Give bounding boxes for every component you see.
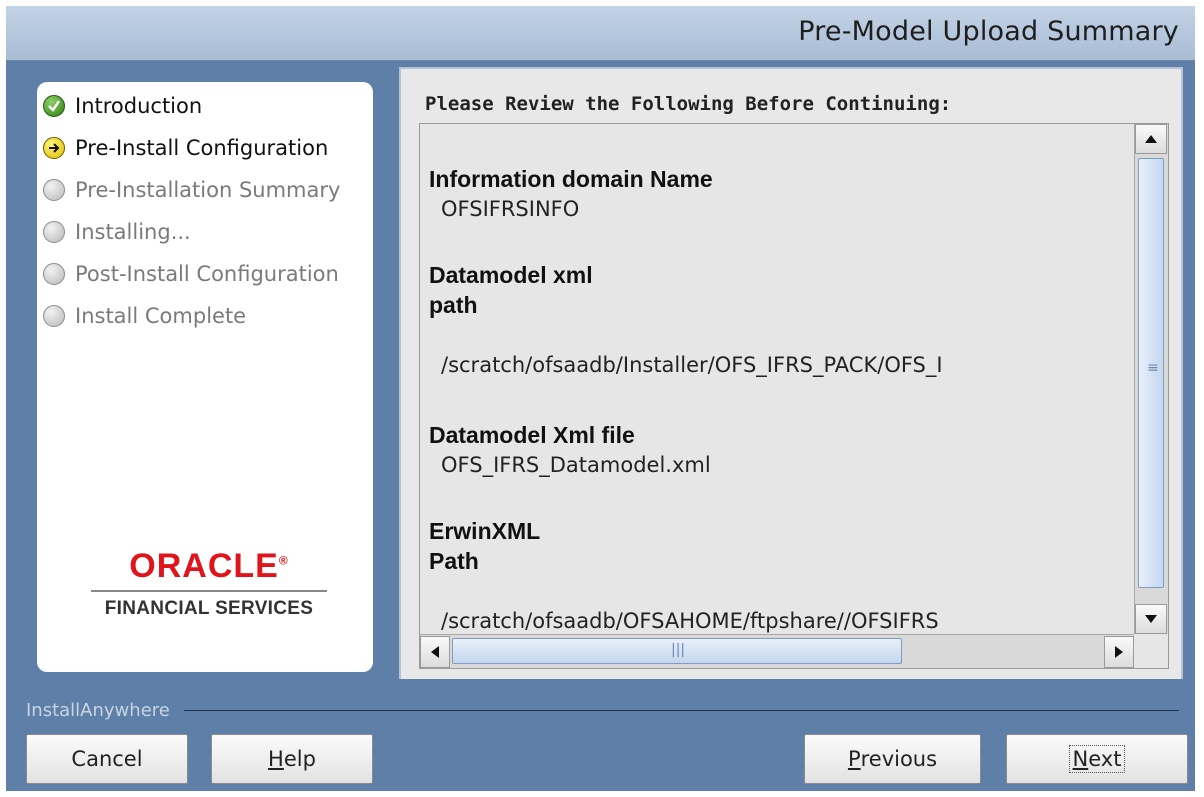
scroll-down-button[interactable] bbox=[1135, 604, 1167, 634]
window-title: Pre-Model Upload Summary bbox=[798, 16, 1179, 47]
field-label: Path bbox=[429, 548, 479, 574]
field-datamodel-xml-path: Datamodel xml path /scratch/ofsaadb/Inst… bbox=[429, 260, 943, 380]
caret-left-icon bbox=[431, 646, 439, 658]
arrow-right-icon bbox=[43, 137, 65, 159]
field-label: Datamodel Xml file bbox=[429, 422, 635, 448]
summary-scroll-area[interactable]: Information domain Name OFSIFRSINFO Data… bbox=[419, 123, 1169, 669]
field-label: ErwinXML bbox=[429, 518, 541, 544]
scroll-right-button[interactable] bbox=[1104, 636, 1134, 668]
scroll-up-button[interactable] bbox=[1135, 124, 1167, 154]
step-post-install-configuration: Post-Install Configuration bbox=[43, 258, 339, 290]
content-panel: Please Review the Following Before Conti… bbox=[399, 67, 1183, 685]
caret-right-icon bbox=[1115, 646, 1123, 658]
circle-icon bbox=[43, 179, 65, 201]
brand-row: InstallAnywhere bbox=[26, 699, 1179, 721]
caret-down-icon bbox=[1145, 615, 1157, 623]
field-erwinxml-path: ErwinXML Path /scratch/ofsaadb/OFSAHOME/… bbox=[429, 516, 939, 634]
field-datamodel-xml-file: Datamodel Xml file OFS_IFRS_Datamodel.xm… bbox=[429, 420, 711, 480]
circle-icon bbox=[43, 263, 65, 285]
horizontal-scrollbar[interactable]: ||| bbox=[420, 634, 1134, 668]
field-label: Information domain Name bbox=[429, 166, 713, 192]
step-install-complete: Install Complete bbox=[43, 300, 246, 332]
oracle-logo: ORACLE® FINANCIAL SERVICES bbox=[89, 547, 329, 620]
step-label: Pre-Installation Summary bbox=[75, 178, 341, 202]
grip-icon: ||| bbox=[671, 642, 686, 658]
horizontal-scroll-thumb[interactable]: ||| bbox=[452, 638, 902, 664]
step-label: Installing... bbox=[75, 220, 191, 244]
grip-icon: ≡ bbox=[1147, 360, 1159, 376]
summary-viewport: Information domain Name OFSIFRSINFO Data… bbox=[420, 124, 1134, 634]
step-introduction: Introduction bbox=[43, 90, 202, 122]
step-label: Pre-Install Configuration bbox=[75, 136, 329, 160]
field-label: Datamodel xml bbox=[429, 262, 593, 288]
divider bbox=[183, 709, 1179, 711]
oracle-subtitle: FINANCIAL SERVICES bbox=[104, 598, 314, 619]
field-label: path bbox=[429, 292, 478, 318]
circle-icon bbox=[43, 305, 65, 327]
review-heading: Please Review the Following Before Conti… bbox=[425, 93, 952, 115]
oracle-wordmark: ORACLE® bbox=[129, 547, 289, 585]
next-button[interactable]: Next bbox=[1006, 734, 1188, 784]
installanywhere-label: InstallAnywhere bbox=[26, 699, 170, 721]
step-pre-install-configuration: Pre-Install Configuration bbox=[43, 132, 328, 164]
scroll-left-button[interactable] bbox=[420, 636, 450, 668]
step-label: Post-Install Configuration bbox=[75, 262, 339, 286]
installer-window: Pre-Model Upload Summary Introduction Pr… bbox=[6, 6, 1195, 791]
caret-up-icon bbox=[1145, 135, 1157, 143]
step-label: Introduction bbox=[75, 94, 203, 118]
field-value: OFS_IFRS_Datamodel.xml bbox=[441, 453, 711, 477]
vertical-scrollbar[interactable]: ≡ bbox=[1134, 124, 1168, 634]
step-pre-installation-summary: Pre-Installation Summary bbox=[43, 174, 340, 206]
step-installing: Installing... bbox=[43, 216, 191, 248]
field-value: /scratch/ofsaadb/OFSAHOME/ftpshare//OFSI… bbox=[441, 609, 939, 633]
field-value: OFSIFRSINFO bbox=[441, 197, 580, 221]
scrollbar-corner bbox=[1134, 634, 1168, 668]
vertical-scroll-thumb[interactable]: ≡ bbox=[1138, 158, 1164, 588]
step-label: Install Complete bbox=[75, 304, 247, 328]
steps-panel: Introduction Pre-Install Configuration P… bbox=[37, 82, 373, 672]
circle-icon bbox=[43, 221, 65, 243]
title-bar: Pre-Model Upload Summary bbox=[6, 6, 1195, 61]
field-value: /scratch/ofsaadb/Installer/OFS_IFRS_PACK… bbox=[441, 353, 943, 377]
previous-button[interactable]: Previous bbox=[804, 734, 981, 784]
footer: InstallAnywhere Cancel Help Previous Nex… bbox=[6, 679, 1195, 791]
field-information-domain-name: Information domain Name OFSIFRSINFO bbox=[429, 164, 713, 224]
logo-divider bbox=[91, 590, 327, 592]
checkmark-icon bbox=[43, 95, 65, 117]
help-button[interactable]: Help bbox=[211, 734, 373, 784]
cancel-button[interactable]: Cancel bbox=[26, 734, 188, 784]
